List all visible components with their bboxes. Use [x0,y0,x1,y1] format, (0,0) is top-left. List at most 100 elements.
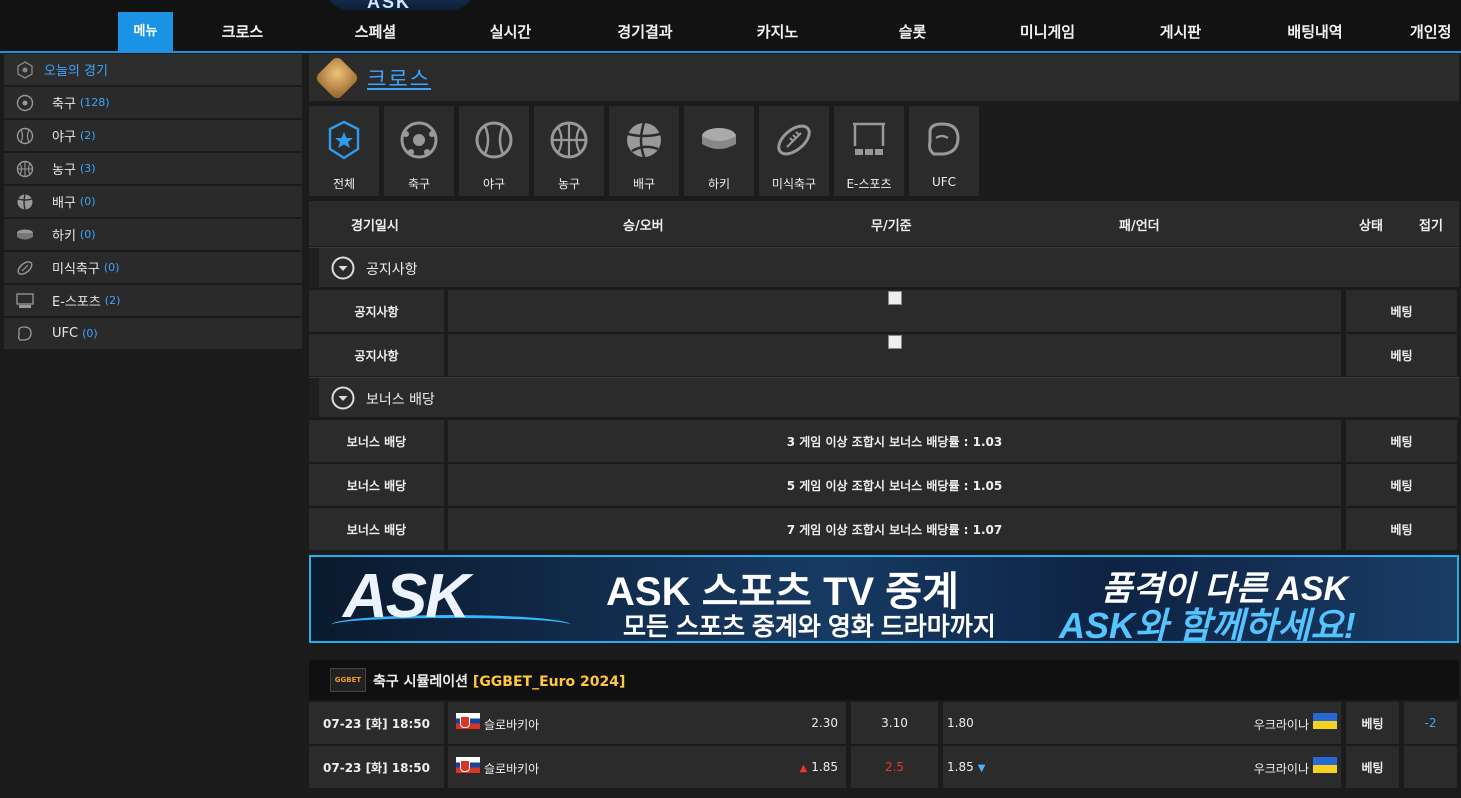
notice-section-header[interactable]: 공지사항 [309,247,1459,288]
sidebar-item-label: UFC [52,326,79,341]
main-nav: 메뉴 크로스 스페셜 실시간 경기결과 카지노 슬롯 미니게임 게시판 배팅내역… [0,12,1461,52]
sidebar-item-label: E-스포츠 [52,295,101,310]
match-date: 07-23 [화] 18:50 [309,702,444,744]
banner-logo: ASK [343,562,470,631]
home-team-name: 슬로바키아 [484,718,540,732]
match-row: 07-23 [화] 18:50 슬로바키아 2.30 3.10 1.80 우크라… [309,702,1459,744]
more-markets-button[interactable]: -2 [1404,702,1457,744]
tab-football[interactable]: 미식축구 [759,106,829,196]
sidebar-item-count: (3) [79,162,96,175]
tab-all[interactable]: 전체 [309,106,379,196]
cross-bet-icon [314,54,360,101]
chevron-down-circle-icon [331,386,355,410]
home-odds-button[interactable]: 슬로바키아 2.30 [448,702,846,744]
sidebar-item-count: (0) [82,327,98,340]
section-bar [309,378,319,418]
sidebar-item-label: 농구 [52,163,76,178]
tab-label: 야구 [482,177,506,191]
sidebar-item-label: 축구 [52,97,76,112]
esports-icon [16,292,34,308]
tab-label: 전체 [332,177,356,191]
tab-soccer[interactable]: 축구 [384,106,454,196]
slovakia-flag-icon [456,757,480,773]
tab-hockey[interactable]: 하키 [684,106,754,196]
nav-board[interactable]: 게시판 [1148,12,1213,52]
sidebar-item-ufc[interactable]: UFC (0) [4,318,302,349]
banner-subline: 모든 스포츠 중계와 영화 드라마까지 [623,613,996,641]
col-date: 경기일시 [351,219,399,234]
sidebar-item-baseball[interactable]: 야구 (2) [4,120,302,151]
row-label: 공지사항 [309,334,444,376]
bet-button[interactable]: 베팅 [1346,334,1457,376]
sidebar-item-count: (128) [79,96,110,109]
nav-minigame[interactable]: 미니게임 [1005,12,1090,52]
ggbet-logo: GGBET [330,668,366,692]
away-team: 우크라이나 [1254,713,1337,733]
bet-button[interactable]: 베팅 [1346,464,1457,506]
sidebar-item-hockey[interactable]: 하키 (0) [4,219,302,250]
sidebar-item-count: (0) [79,195,96,208]
promo-banner[interactable]: ASK ASK 스포츠 TV 중계 모든 스포츠 중계와 영화 드라마까지 품격… [309,555,1459,643]
football-icon [17,260,33,275]
handicap-button[interactable]: 2.5 [851,746,938,788]
bet-button[interactable]: 베팅 [1346,702,1399,744]
page-header: 크로스 [309,54,1459,101]
nav-results[interactable]: 경기결과 [605,12,685,52]
more-markets-button[interactable] [1404,746,1457,788]
sidebar: 오늘의 경기 축구 (128) 야구 (2) 농구 (3) 배구 (0) 하키 (0) 미… [4,54,302,351]
tab-esports[interactable]: E-스포츠 [834,106,904,196]
tab-basketball[interactable]: 농구 [534,106,604,196]
tab-label: 축구 [407,177,431,191]
nav-my-info[interactable]: 개인정 [1410,12,1461,52]
col-draw: 무/기준 [871,219,912,234]
bonus-text: 3 게임 이상 조합시 보너스 배당률 : 1.03 [448,420,1341,462]
bet-button[interactable]: 베팅 [1346,290,1457,332]
draw-odds-button[interactable]: 3.10 [851,702,938,744]
nav-slot[interactable]: 슬롯 [885,12,940,52]
nav-menu[interactable]: 메뉴 [118,12,173,52]
bet-button[interactable]: 베팅 [1346,420,1457,462]
ukraine-flag-icon [1313,713,1337,729]
row-label: 보너스 배당 [309,508,444,550]
sidebar-item-count: (2) [79,129,96,142]
table-row: 보너스 배당 5 게임 이상 조합시 보너스 배당률 : 1.05 베팅 [309,464,1459,506]
bet-button[interactable]: 베팅 [1346,508,1457,550]
home-team-name: 슬로바키아 [484,762,540,776]
nav-bet-history[interactable]: 배팅내역 [1275,12,1355,52]
away-team: 우크라이나 [1254,757,1337,777]
page-title[interactable]: 크로스 [367,63,431,93]
nav-cross[interactable]: 크로스 [210,12,275,52]
sidebar-item-label: 하키 [52,229,76,244]
sidebar-item-football[interactable]: 미식축구 (0) [4,252,302,283]
home-odds-button[interactable]: 슬로바키아 ▲ 1.85 [448,746,846,788]
nav-live[interactable]: 실시간 [478,12,543,52]
sidebar-item-esports[interactable]: E-스포츠 (2) [4,285,302,316]
tab-ufc[interactable]: UFC [909,106,979,196]
row-label: 보너스 배당 [309,420,444,462]
tab-volleyball[interactable]: 배구 [609,106,679,196]
away-odds-wrap: 1.85 ▼ [947,760,985,774]
row-label: 보너스 배당 [309,464,444,506]
sidebar-title-label: 오늘의 경기 [44,64,108,79]
esports-icon [853,122,885,155]
tab-baseball[interactable]: 야구 [459,106,529,196]
notice-image-cell [448,334,1341,376]
table-row: 보너스 배당 7 게임 이상 조합시 보너스 배당률 : 1.07 베팅 [309,508,1459,550]
tab-label: 하키 [707,177,731,191]
site-logo[interactable]: ASK [325,0,475,12]
sidebar-item-soccer[interactable]: 축구 (128) [4,87,302,118]
sidebar-item-label: 배구 [52,196,76,211]
sidebar-item-basketball[interactable]: 농구 (3) [4,153,302,184]
sidebar-item-volleyball[interactable]: 배구 (0) [4,186,302,217]
arrow-up-icon: ▲ [799,763,808,774]
away-odds-button[interactable]: 1.80 우크라이나 [943,702,1341,744]
bonus-section-header[interactable]: 보너스 배당 [309,377,1459,418]
broken-image-icon [887,335,902,349]
nav-special[interactable]: 스페셜 [343,12,408,52]
away-odds: 1.85 [947,760,974,774]
col-fold[interactable]: 접기 [1419,215,1443,234]
sidebar-title[interactable]: 오늘의 경기 [4,54,302,85]
away-odds-button[interactable]: 1.85 ▼ 우크라이나 [943,746,1341,788]
nav-casino[interactable]: 카지노 [745,12,810,52]
bet-button[interactable]: 베팅 [1346,746,1399,788]
